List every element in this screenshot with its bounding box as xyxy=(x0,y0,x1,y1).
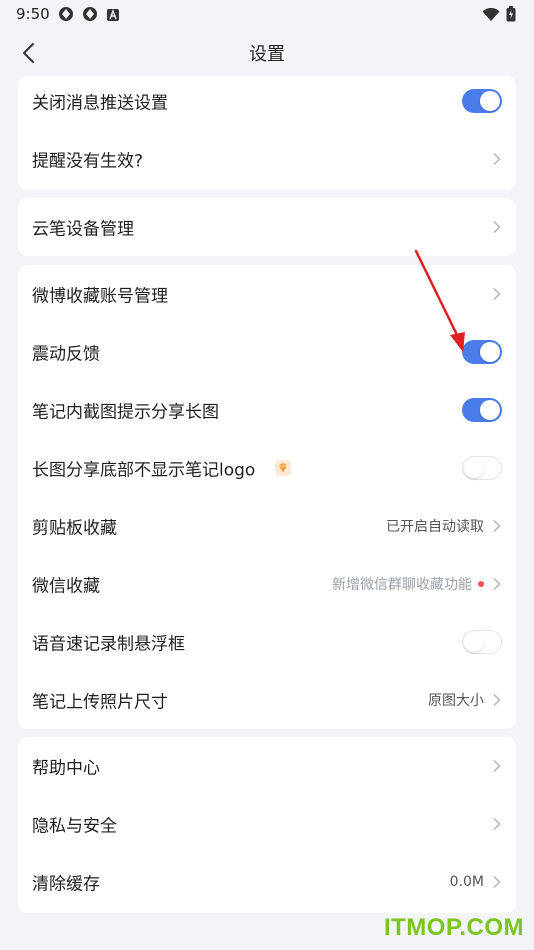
chevron-right-icon xyxy=(493,817,501,831)
row-value: 新增微信群聊收藏功能 xyxy=(332,577,472,593)
row-label: 笔记上传照片尺寸 xyxy=(32,692,168,713)
chevron-right-icon xyxy=(493,759,501,773)
row-reminder-not-working[interactable]: 提醒没有生效? xyxy=(18,130,516,188)
row-help-center[interactable]: 帮助中心 xyxy=(18,737,516,795)
row-privacy-security[interactable]: 隐私与安全 xyxy=(18,795,516,853)
navigation-bar: 设置 xyxy=(0,28,534,76)
toggle-knob xyxy=(480,342,500,362)
toggle-close-push-settings[interactable] xyxy=(462,89,502,113)
toggle-knob xyxy=(480,91,500,111)
row-label: 微信收藏 xyxy=(32,576,100,597)
wifi-icon xyxy=(482,7,500,26)
row-clear-cache[interactable]: 清除缓存 0.0M xyxy=(18,853,516,911)
app-notification-icon xyxy=(58,6,74,26)
new-feature-dot xyxy=(478,581,484,587)
row-clipboard-collect[interactable]: 剪贴板收藏 已开启自动读取 xyxy=(18,497,516,555)
chevron-right-icon xyxy=(493,152,501,166)
settings-card-support: 帮助中心 隐私与安全 清除缓存 0.0M xyxy=(18,737,516,913)
row-label: 微博收藏账号管理 xyxy=(32,286,168,307)
toggle-voice-float-window[interactable] xyxy=(462,630,502,654)
chevron-right-icon xyxy=(493,287,501,301)
row-cloud-pen-devices[interactable]: 云笔设备管理 xyxy=(18,198,516,256)
row-label: 清除缓存 xyxy=(32,874,100,895)
settings-card-features: 微博收藏账号管理 震动反馈 笔记内截图提示分享长图 长图分享底部不显示笔记log… xyxy=(18,265,516,729)
row-photo-upload-size[interactable]: 笔记上传照片尺寸 原图大小 xyxy=(18,671,516,729)
toggle-vibration-feedback[interactable] xyxy=(462,340,502,364)
row-wechat-collect[interactable]: 微信收藏 新增微信群聊收藏功能 xyxy=(18,555,516,613)
app-notification-icon xyxy=(82,6,98,26)
row-label: 笔记内截图提示分享长图 xyxy=(32,402,219,423)
row-close-push-settings[interactable]: 关闭消息推送设置 xyxy=(18,76,516,130)
row-vibration-feedback[interactable]: 震动反馈 xyxy=(18,323,516,381)
row-screenshot-share-hint[interactable]: 笔记内截图提示分享长图 xyxy=(18,381,516,439)
row-label: 语音速记录制悬浮框 xyxy=(32,634,185,655)
row-value: 原图大小 xyxy=(428,693,484,709)
row-hide-logo-long-image[interactable]: 长图分享底部不显示笔记logo xyxy=(18,439,516,497)
vip-diamond-icon xyxy=(275,460,291,476)
row-label: 关闭消息推送设置 xyxy=(32,93,168,114)
status-time: 9:50 xyxy=(16,5,50,23)
toggle-hide-logo-long-image[interactable] xyxy=(462,456,502,480)
row-weibo-accounts[interactable]: 微博收藏账号管理 xyxy=(18,265,516,323)
toggle-knob xyxy=(464,632,484,652)
row-label: 隐私与安全 xyxy=(32,816,117,837)
settings-card-notifications: 关闭消息推送设置 提醒没有生效? xyxy=(18,76,516,190)
chevron-right-icon xyxy=(493,577,501,591)
chevron-right-icon xyxy=(493,220,501,234)
row-label: 长图分享底部不显示笔记logo xyxy=(32,460,256,481)
row-value: 已开启自动读取 xyxy=(386,519,484,535)
row-label: 提醒没有生效? xyxy=(32,151,144,172)
row-label: 云笔设备管理 xyxy=(32,219,134,240)
watermark: ITMOP.COM xyxy=(383,914,524,941)
settings-card-pen: 云笔设备管理 xyxy=(18,198,516,256)
row-label: 帮助中心 xyxy=(32,758,100,779)
chevron-right-icon xyxy=(493,875,501,889)
status-bar: 9:50 xyxy=(0,0,534,28)
row-label: 震动反馈 xyxy=(32,344,100,365)
status-icons-right xyxy=(482,6,516,26)
battery-icon xyxy=(506,6,516,26)
text-badge-icon xyxy=(106,7,120,26)
status-icons-left xyxy=(58,6,120,26)
chevron-right-icon xyxy=(493,693,501,707)
page-title: 设置 xyxy=(249,44,285,65)
toggle-screenshot-share-hint[interactable] xyxy=(462,398,502,422)
toggle-knob xyxy=(464,458,484,478)
row-label: 剪贴板收藏 xyxy=(32,518,117,539)
row-voice-float-window[interactable]: 语音速记录制悬浮框 xyxy=(18,613,516,671)
row-value: 0.0M xyxy=(449,874,484,890)
chevron-right-icon xyxy=(493,519,501,533)
toggle-knob xyxy=(480,400,500,420)
